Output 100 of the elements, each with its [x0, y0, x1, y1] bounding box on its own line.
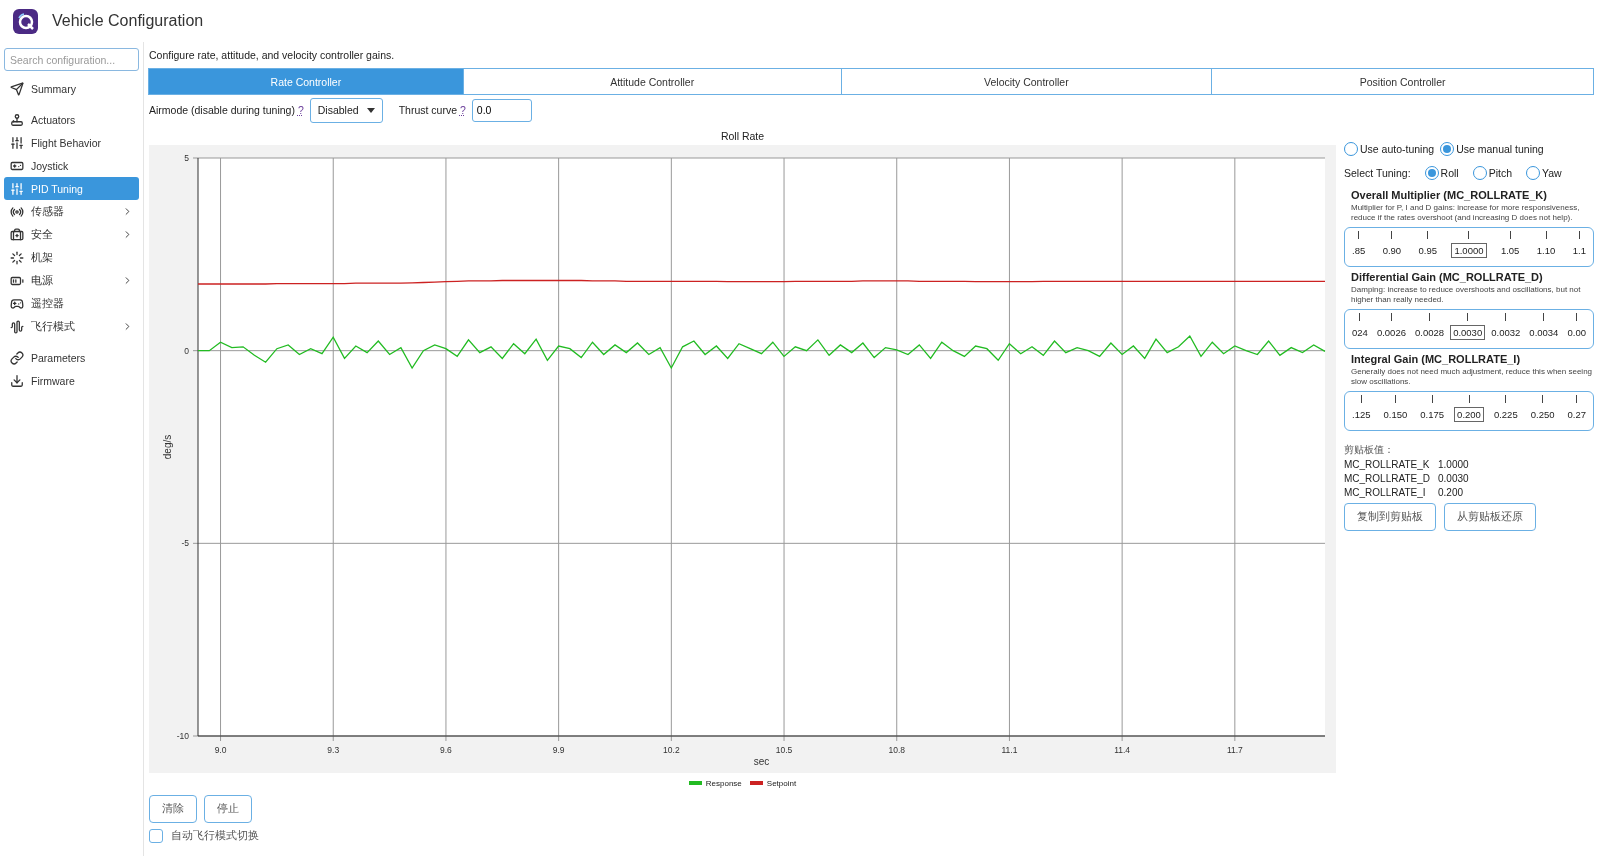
caret-icon — [366, 107, 375, 113]
slider-value: 0.175 — [1419, 408, 1446, 422]
slider-value: 0.150 — [1382, 408, 1409, 422]
slider-value: 0.0028 — [1414, 326, 1446, 340]
sidebar-item[interactable]: Firmware — [4, 369, 139, 392]
x-tick-label: 10.8 — [888, 745, 905, 755]
x-tick-label: 11.1 — [1001, 745, 1018, 755]
x-tick-label: 10.5 — [775, 745, 793, 755]
y-tick-label: 5 — [184, 153, 189, 163]
slider-value: 0.00 — [1566, 326, 1587, 340]
airmode-label: Airmode (disable during tuning) — [149, 104, 295, 116]
sidebar-item-label: 电源 — [31, 273, 54, 288]
window-title: Vehicle Configuration — [52, 12, 204, 30]
sidebar-item[interactable]: 遥控器 — [4, 292, 139, 315]
x-tick-label: 9.6 — [440, 745, 452, 755]
sidebar-item[interactable]: Actuators — [4, 108, 139, 131]
slider-value: 1.1 — [1571, 244, 1587, 258]
y-tick-label: -10 — [176, 731, 189, 741]
slider-value: 0.0026 — [1375, 326, 1407, 340]
slider-value: 0.95 — [1417, 244, 1439, 258]
radio-signal-icon — [10, 204, 24, 219]
sidebar-item[interactable]: Flight Behavior — [4, 131, 139, 154]
sidebar-item-label: Flight Behavior — [31, 136, 103, 149]
app-logo — [13, 8, 38, 34]
sidebar-item-label: 传感器 — [31, 204, 65, 219]
page-description: Configure rate, attitude, and velocity controller gains. — [149, 48, 396, 63]
sidebar-item[interactable]: 机架 — [4, 246, 139, 269]
x-tick-label: 9.3 — [327, 745, 340, 755]
slider-value: .125 — [1351, 408, 1372, 422]
slider-value: 1.0000 — [1451, 243, 1487, 258]
parameter-title: Overall Multiplier (MC_ROLLRATE_K) — [1350, 189, 1548, 201]
slider-value: 0.90 — [1381, 244, 1403, 258]
parameter-title: Integral Gain (MC_ROLLRATE_I) — [1350, 353, 1522, 365]
sidebar-item[interactable]: Summary — [4, 77, 139, 100]
value-slider[interactable]: 024 0.0026 0.0028 0.0030 0.0032 0.0034 0.00 — [1344, 309, 1594, 349]
slider-value: .85 — [1351, 244, 1367, 258]
sidebar-item-label: PID Tuning — [31, 182, 84, 195]
parameter-name: MC_ROLLRATE_K — [1344, 458, 1430, 470]
sliders-icon — [10, 135, 24, 150]
radio-label: Use manual tuning — [1456, 143, 1544, 155]
chart-title: Roll Rate — [719, 129, 766, 144]
slider-value: 0.27 — [1566, 408, 1587, 422]
x-tick-label: 11.4 — [1114, 745, 1131, 755]
parameter-description: Damping: increase to reduce overshoots and oscillations, but not higher than really needed. — [1350, 285, 1582, 305]
help-link[interactable]: ? — [297, 104, 304, 116]
legend-label: Setpoint — [766, 778, 797, 788]
tab[interactable]: Velocity Controller — [840, 68, 1213, 95]
x-tick-label: 9.9 — [552, 745, 565, 755]
parameter-name: MC_ROLLRATE_D — [1344, 472, 1430, 484]
clipboard-button[interactable]: 复制到剪贴板 — [1344, 503, 1436, 531]
sidebar-item[interactable]: Joystick — [4, 154, 139, 177]
clipboard-button[interactable]: 从剪贴板还原 — [1444, 503, 1536, 531]
paper-plane-icon — [10, 81, 24, 96]
sidebar-item[interactable]: 飞行模式 — [4, 315, 139, 338]
y-tick-label: -5 — [181, 538, 189, 549]
sidebar-item[interactable]: 传感器 — [4, 200, 139, 223]
help-link[interactable]: ? — [460, 104, 466, 116]
thrust-curve-field[interactable]: 0.0 — [471, 98, 532, 122]
action-button[interactable]: 停止 — [204, 795, 252, 823]
radio-label: Roll — [1440, 167, 1459, 179]
joystick-icon — [10, 112, 24, 127]
link-icon — [10, 350, 24, 365]
airmode-dropdown[interactable]: Disabled — [309, 97, 383, 123]
clipboard-title: 剪贴板值： — [1344, 443, 1395, 457]
first-aid-kit-icon — [10, 227, 24, 242]
value-slider[interactable]: .85 0.90 0.95 1.0000 1.05 1.10 1.1 — [1344, 227, 1594, 267]
sidebar-item[interactable]: 安全 — [4, 223, 139, 246]
sidebar-item-label: Actuators — [31, 113, 77, 126]
sidebar-item[interactable]: 电源 — [4, 269, 139, 292]
legend-label: Response — [705, 778, 742, 788]
parameter-title: Differential Gain (MC_ROLLRATE_D) — [1350, 271, 1544, 283]
slider-value: 1.05 — [1499, 244, 1521, 258]
radio-label: Pitch — [1488, 167, 1512, 179]
sidebar-item-label: 机架 — [31, 250, 54, 265]
sidebar-item-label: Summary — [31, 82, 77, 95]
dotted-circle-icon — [10, 250, 24, 265]
x-tick-label: 10.2 — [663, 745, 680, 755]
parameter-value: 0.0030 — [1438, 472, 1469, 484]
slider-value: 1.10 — [1535, 244, 1557, 258]
sidebar-item-label: 安全 — [31, 227, 54, 242]
y-axis-title: deg/s — [162, 434, 173, 460]
action-button[interactable]: 清除 — [149, 795, 197, 823]
sidebar-item-label: 飞行模式 — [31, 319, 76, 334]
slider-value: 0.0034 — [1528, 326, 1560, 340]
x-tick-label: 9.0 — [214, 745, 227, 755]
radio-label: Use auto-tuning — [1360, 143, 1435, 155]
tab[interactable]: Position Controller — [1211, 68, 1594, 95]
x-tick-label: 11.7 — [1226, 745, 1243, 755]
tab[interactable]: Attitude Controller — [462, 68, 842, 95]
parameter-value: 0.200 — [1438, 486, 1464, 498]
slider-value: 0.250 — [1529, 408, 1556, 422]
sidebar-item[interactable]: Parameters — [4, 346, 139, 369]
value-slider[interactable]: .125 0.150 0.175 0.200 0.225 0.250 0.27 — [1344, 391, 1594, 431]
checkbox-label: 自动飞行模式切换 — [171, 829, 259, 843]
y-tick-label: 0 — [184, 345, 189, 356]
checkbox[interactable] — [149, 829, 163, 843]
slider-value: 0.0030 — [1450, 325, 1486, 340]
download-icon — [10, 373, 24, 388]
select-tuning-label: Select Tuning: — [1344, 167, 1411, 179]
search-field[interactable]: Search configuration... — [4, 48, 139, 71]
